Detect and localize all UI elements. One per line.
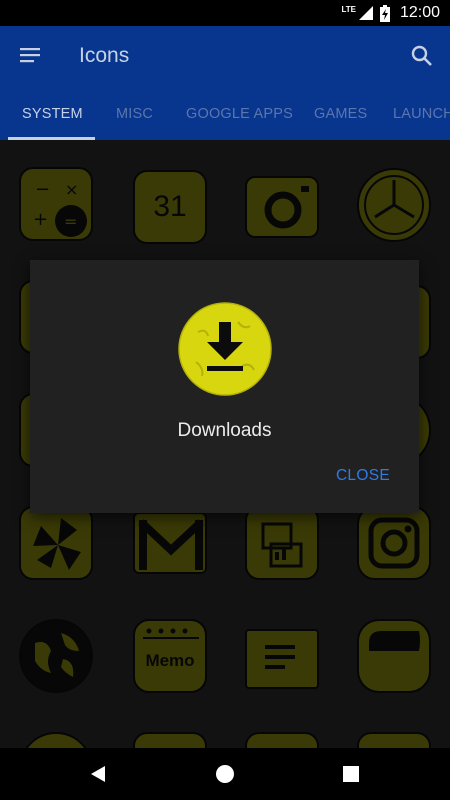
app-toolbar: Icons <box>0 26 450 88</box>
recents-icon[interactable] <box>321 748 381 800</box>
network-type: LTE <box>341 4 356 14</box>
downloads-icon <box>178 302 272 396</box>
search-icon[interactable] <box>411 45 433 72</box>
status-bar: LTE 12:00 <box>0 0 450 26</box>
dialog-icon-name: Downloads <box>177 420 272 441</box>
tab-misc[interactable]: MISC <box>116 88 153 140</box>
clock: 12:00 <box>399 4 440 21</box>
signal-icon <box>358 5 374 21</box>
tab-google-apps[interactable]: GOOGLE APPS <box>186 88 293 140</box>
close-button[interactable]: CLOSE <box>336 467 390 485</box>
tab-bar: SYSTEM MISC GOOGLE APPS GAMES LAUNCH <box>0 88 450 140</box>
home-icon[interactable] <box>195 748 255 800</box>
tab-launcher[interactable]: LAUNCH <box>393 88 450 140</box>
tab-system[interactable]: SYSTEM <box>22 88 83 140</box>
navigation-bar <box>0 748 450 800</box>
tab-games[interactable]: GAMES <box>314 88 367 140</box>
page-title: Icons <box>79 44 130 67</box>
menu-icon[interactable] <box>20 47 40 68</box>
back-icon[interactable] <box>68 748 128 800</box>
icon-preview-dialog: Downloads CLOSE <box>30 260 419 513</box>
battery-charging-icon <box>379 4 390 22</box>
